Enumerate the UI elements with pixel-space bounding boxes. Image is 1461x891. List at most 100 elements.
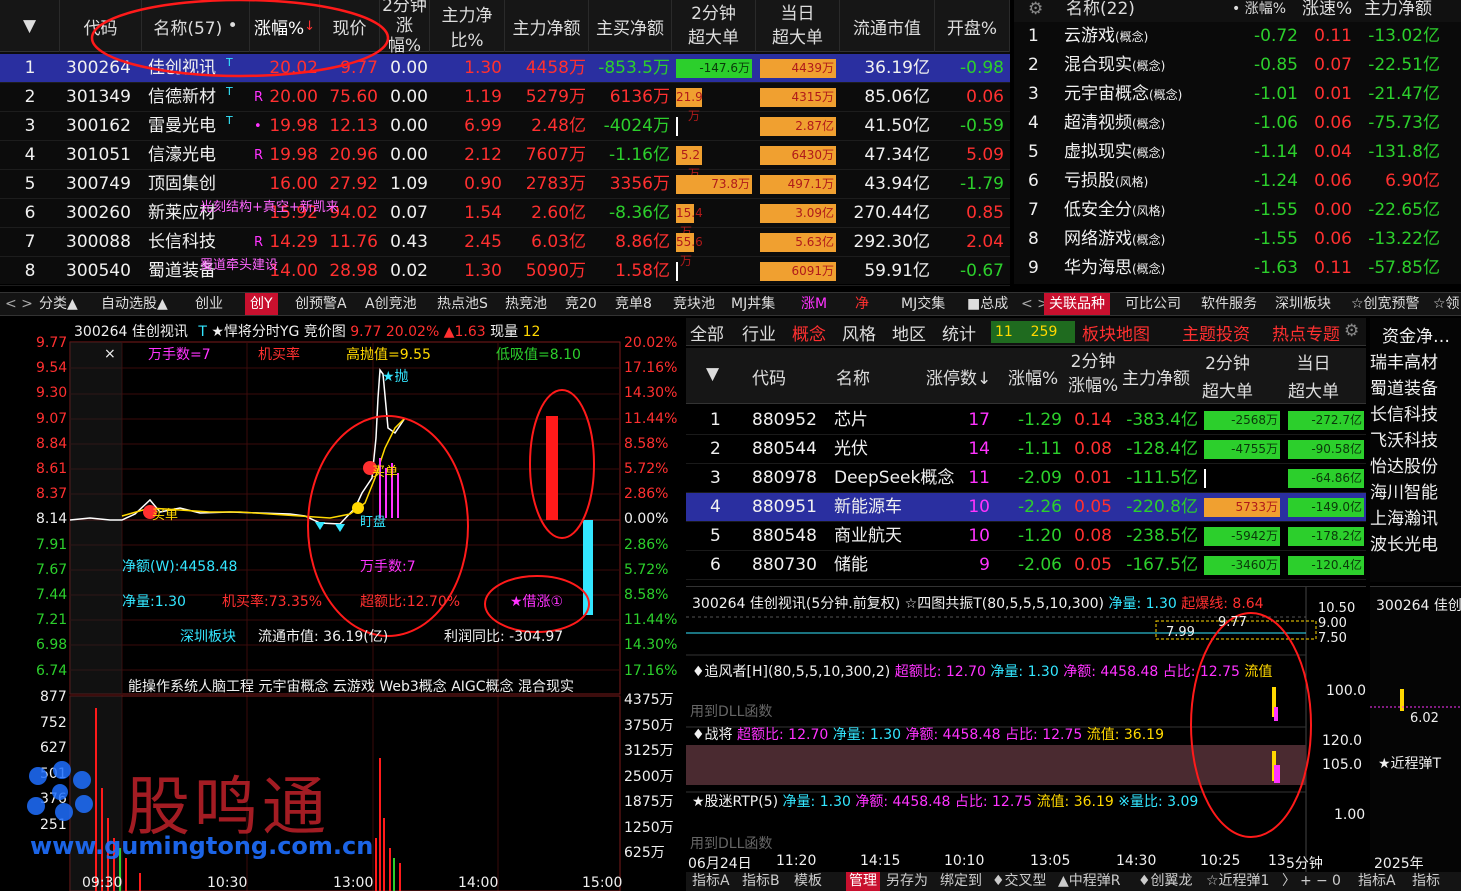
sector-tab-2[interactable]: 概念 — [792, 320, 826, 345]
bottom-tab-10[interactable]: 〉 — [1282, 872, 1296, 891]
col-sector-name[interactable]: 名称 — [836, 364, 870, 389]
col-concept-change[interactable]: • 涨幅% — [1232, 0, 1286, 22]
tab-right-2[interactable]: 软件服务 — [1196, 293, 1262, 315]
concept-row[interactable]: 5 虚拟现实(概念) -1.14 0.04 -131.8亿 — [1014, 138, 1461, 167]
tab-left-9[interactable]: 竞单8 — [610, 293, 657, 315]
tab-left-11[interactable]: MJ丼集 — [726, 293, 780, 315]
side-list-item[interactable]: 瑞丰高材 — [1370, 348, 1438, 373]
col-today-big[interactable]: 当日 超大单 — [756, 0, 840, 52]
side-list-item[interactable]: 海川智能 — [1370, 478, 1438, 503]
col-sector-net[interactable]: 主力净额 — [1122, 364, 1190, 389]
side-list-item[interactable]: 波长光电 — [1370, 530, 1438, 555]
bottom-tab-0[interactable]: 指标A — [692, 872, 730, 891]
tab-left-10[interactable]: 竞块池 — [668, 293, 720, 315]
sector-tab-5[interactable]: 统计 — [942, 320, 976, 345]
tab-left-5[interactable]: A创竞池 — [360, 293, 422, 315]
tab-left-12[interactable]: 涨M — [796, 293, 832, 315]
side-list-item[interactable]: 上海瀚讯 — [1370, 504, 1438, 529]
side-list-item[interactable]: 怡达股份 — [1370, 452, 1438, 477]
sector-tab-3[interactable]: 风格 — [842, 320, 876, 345]
tab-left-8[interactable]: 竞20 — [560, 293, 602, 315]
sector-row[interactable]: 1 880952 芯片 17 -1.29 0.14 -383.4亿 -2568万 -272.7亿 — [686, 406, 1366, 435]
col-name[interactable]: 名称(57) • — [142, 0, 250, 52]
sector-link-2[interactable]: 热点专题 — [1272, 320, 1340, 345]
side-mini-chart[interactable]: 300264 佳创 6.02 ★近程弹T 2025年 — [1370, 586, 1461, 872]
bottom-tab-13[interactable]: 0 — [1332, 872, 1341, 891]
concept-row[interactable]: 4 超清视频(概念) -1.06 0.06 -75.73亿 — [1014, 109, 1461, 138]
tab-right-0[interactable]: 关联品种 — [1044, 293, 1110, 315]
sector-row[interactable]: 5 880548 商业航天 10 -1.20 0.08 -238.5亿 -5942万 -178.… — [686, 522, 1366, 551]
col-main-net[interactable]: 主力净额 — [505, 0, 589, 52]
col-sector-code[interactable]: 代码 — [752, 364, 786, 389]
stock-row[interactable]: 7 300088 长信科技 R 14.29 11.76 0.43 2.45 6.03亿 8.86亿… — [0, 228, 1010, 268]
bottom-tab-2[interactable]: 模板 — [794, 872, 822, 891]
concept-row[interactable]: 7 低安全分(风格) -1.55 0.00 -22.65亿 — [1014, 196, 1461, 225]
tab-left-0[interactable]: 分类▲ — [34, 293, 83, 315]
bottom-tab-7[interactable]: ▲中程弹R — [1058, 872, 1121, 891]
tab-left-2[interactable]: 创业 — [190, 293, 228, 315]
tab-right-3[interactable]: 深圳板块 — [1270, 293, 1336, 315]
tab-right-4[interactable]: ☆创宽预警 — [1346, 293, 1425, 315]
sort-arrow-icon[interactable]: ▼ — [0, 0, 60, 52]
side-list-item[interactable]: 长信科技 — [1370, 400, 1438, 425]
col-concept-net[interactable]: 主力净额 — [1364, 0, 1432, 22]
concept-row[interactable]: 3 元宇宙概念(概念) -1.01 0.01 -21.47亿 — [1014, 80, 1461, 109]
tab-left-3[interactable]: 创Y — [245, 293, 278, 315]
gear-icon[interactable]: ⚙ — [1028, 0, 1043, 22]
col-2min[interactable]: 2分钟 涨幅% — [380, 0, 430, 56]
stock-row[interactable]: 4 301051 信濠光电 R 19.98 20.96 0.00 2.12 7607万 -1.16… — [0, 141, 1010, 181]
stock-row[interactable]: 2 301349 信德新材 T R 20.00 75.60 0.00 1.19 5279万 6136… — [0, 83, 1010, 123]
sector-row[interactable]: 6 880730 储能 9 -2.06 0.05 -167.5亿 -3460万 -120.4亿 — [686, 551, 1366, 580]
stock-row[interactable]: 6 300260 新莱应材 15.92 94.02 0.07 1.54 2.60亿 -8.36亿… — [0, 199, 1010, 239]
bottom-tab-11[interactable]: + — [1300, 872, 1312, 891]
col-concept-name[interactable]: 名称(22) — [1066, 0, 1135, 22]
tab-left-1[interactable]: 自动选股▲ — [96, 293, 173, 315]
sector-row[interactable]: 3 880978 DeepSeek概念 11 -2.09 0.01 -111.5亿 -64.8… — [686, 464, 1366, 493]
bottom-tab-8[interactable]: ♦创翼龙 — [1138, 872, 1193, 891]
concept-row[interactable]: 2 混合现实(概念) -0.85 0.07 -22.51亿 — [1014, 51, 1461, 80]
concept-row[interactable]: 1 云游戏(概念) -0.72 0.11 -13.02亿 — [1014, 22, 1461, 51]
col-open[interactable]: 开盘% — [935, 0, 1010, 52]
sector-tab-0[interactable]: 全部 — [690, 320, 724, 345]
bottom-tab-1[interactable]: 指标B — [742, 872, 780, 891]
col-change[interactable]: 涨幅% ↓ — [250, 0, 320, 52]
col-main-buy[interactable]: 主买净额 — [589, 0, 672, 52]
tab-left-13[interactable]: 净 — [850, 293, 874, 315]
col-price[interactable]: 现价 — [320, 0, 380, 52]
side-list-item[interactable]: 蜀道装备 — [1370, 374, 1438, 399]
bottom-tab-6[interactable]: ♦交叉型 — [992, 872, 1047, 891]
col-2min-big[interactable]: 2分钟 超大单 — [672, 0, 756, 52]
stock-row[interactable]: 3 300162 雷曼光电 T • 19.98 12.13 0.00 6.99 2.48亿 -402… — [0, 112, 1010, 141]
col-code[interactable]: 代码 — [60, 0, 142, 52]
tab-right-5[interactable]: ☆领 — [1428, 293, 1461, 315]
sector-row[interactable]: 4 880951 新能源车 10 -2.26 0.05 -220.8亿 5733万 -149.0… — [686, 493, 1366, 522]
stock-row[interactable]: 8 300540 蜀道装备 14.00 28.98 0.02 1.30 5090万 1.58亿 6… — [0, 257, 1010, 286]
bottom-tab-5[interactable]: 绑定到 — [940, 872, 982, 891]
tab-nav-arrows[interactable]: < > — [0, 293, 38, 315]
col-sector-change[interactable]: 涨幅% — [1008, 364, 1058, 389]
col-sector-limit[interactable]: 涨停数↓ — [926, 364, 991, 389]
tab-left-4[interactable]: 创预警A — [290, 293, 352, 315]
bottom-tab-14[interactable]: 指标A — [1358, 872, 1396, 891]
tab-right-1[interactable]: 可比公司 — [1120, 293, 1186, 315]
sector-link-1[interactable]: 主题投资 — [1182, 320, 1250, 345]
sort-icon[interactable]: ▼ — [706, 364, 719, 384]
concept-row[interactable]: 9 华为海思(概念) -1.63 0.11 -57.85亿 — [1014, 254, 1461, 283]
bottom-tab-3[interactable]: 管理 — [846, 872, 880, 891]
col-sector-today[interactable]: 当日 超大单 — [1288, 350, 1339, 406]
col-float-cap[interactable]: 流通市值 — [840, 0, 935, 52]
concept-row[interactable]: 8 网络游戏(概念) -1.55 0.06 -13.22亿 — [1014, 225, 1461, 254]
col-concept-speed[interactable]: 涨速% — [1302, 0, 1352, 22]
col-sector-2min[interactable]: 2分钟 涨幅% — [1068, 350, 1118, 398]
sector-tab-4[interactable]: 地区 — [892, 320, 926, 345]
bottom-tab-9[interactable]: ☆近程弹1 — [1206, 872, 1269, 891]
sector-row[interactable]: 2 880544 光伏 14 -1.11 0.08 -128.4亿 -4755万 -90.58亿 — [686, 435, 1366, 464]
close-icon[interactable]: × — [104, 346, 116, 362]
side-list-item[interactable]: 飞沃科技 — [1370, 426, 1438, 451]
bottom-tab-12[interactable]: − — [1316, 872, 1328, 891]
sector-tab-1[interactable]: 行业 — [742, 320, 776, 345]
col-main-ratio[interactable]: 主力净比% — [430, 0, 505, 52]
settings-gear-icon[interactable]: ⚙ — [1344, 321, 1359, 341]
bottom-tab-4[interactable]: 另存为 — [886, 872, 928, 891]
tab-left-7[interactable]: 热竞池 — [500, 293, 552, 315]
